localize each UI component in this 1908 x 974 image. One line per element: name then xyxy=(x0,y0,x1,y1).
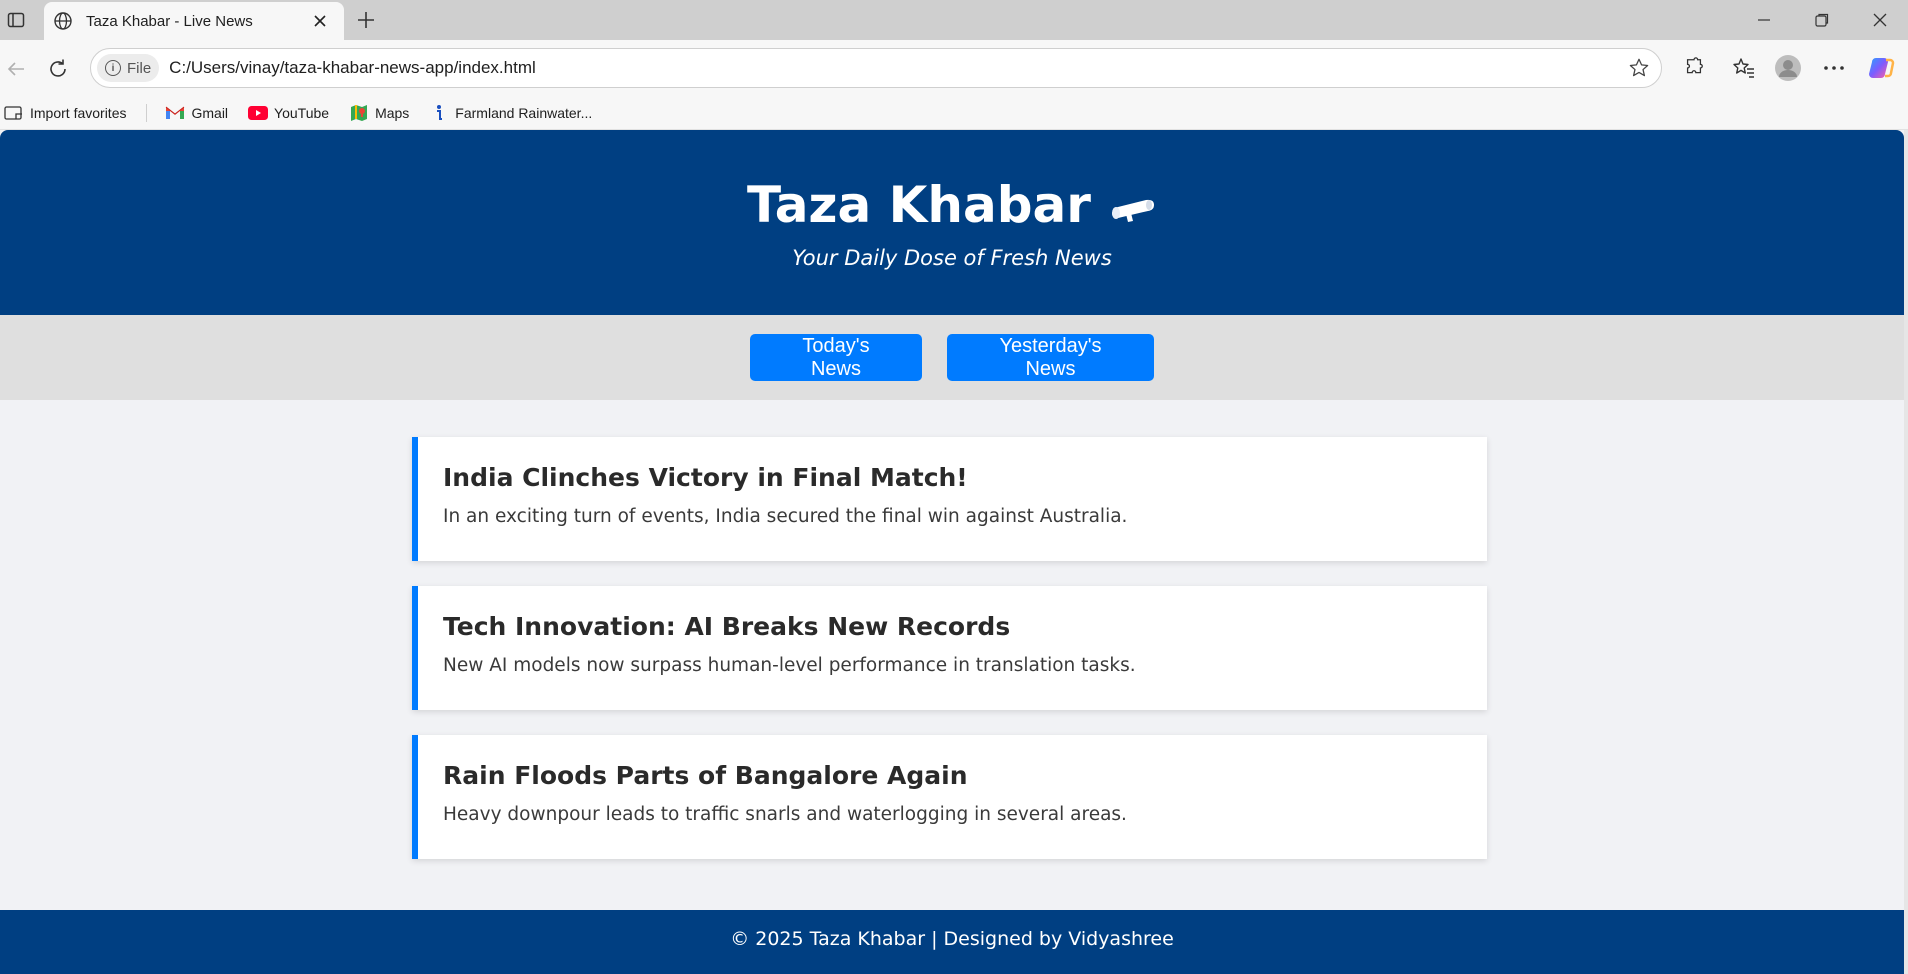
favorites-bar: Import favorites Gmail YouTube Maps Farm… xyxy=(0,96,1908,130)
sidebar-toggle-icon[interactable] xyxy=(4,8,28,32)
footer-text: © 2025 Taza Khabar | Designed by Vidyash… xyxy=(730,928,1174,950)
news-headline: Tech Innovation: AI Breaks New Records xyxy=(443,612,1011,641)
maps-icon xyxy=(349,104,369,122)
news-headline: Rain Floods Parts of Bangalore Again xyxy=(443,761,968,790)
favorite-youtube[interactable]: YouTube xyxy=(248,104,329,122)
todays-news-button[interactable]: Today's News xyxy=(750,334,922,381)
extensions-icon[interactable] xyxy=(1678,52,1710,84)
minimize-icon[interactable] xyxy=(1744,6,1784,34)
new-tab-button[interactable] xyxy=(352,6,380,34)
site-header: Taza Khabar Your Daily Dose of Fresh New… xyxy=(0,130,1904,315)
favorites-list-icon[interactable] xyxy=(1728,52,1760,84)
favorites-divider xyxy=(146,103,148,122)
info-icon: i xyxy=(105,60,121,76)
page-viewport: Taza Khabar Your Daily Dose of Fresh New… xyxy=(0,130,1904,974)
gmail-icon xyxy=(165,104,185,122)
page-scrollbar[interactable] xyxy=(1904,130,1908,974)
globe-icon xyxy=(52,10,74,32)
news-headline: India Clinches Victory in Final Match! xyxy=(443,463,968,492)
site-title-row: Taza Khabar xyxy=(0,176,1904,234)
copilot-icon[interactable] xyxy=(1866,52,1898,84)
favorite-label: Gmail xyxy=(191,104,229,121)
favorite-label: YouTube xyxy=(274,104,330,121)
news-summary: Heavy downpour leads to traffic snarls a… xyxy=(443,804,1127,825)
site-info-button[interactable]: i File xyxy=(97,54,160,82)
favorite-star-icon[interactable] xyxy=(1621,50,1657,86)
close-tab-icon[interactable] xyxy=(308,9,332,33)
site-title: Taza Khabar xyxy=(747,176,1091,234)
megaphone-icon xyxy=(1107,189,1157,229)
tab-title: Taza Khabar - Live News xyxy=(86,12,253,30)
import-icon xyxy=(4,104,24,122)
youtube-icon xyxy=(248,104,269,122)
yesterdays-news-button[interactable]: Yesterday's News xyxy=(947,334,1154,381)
restore-icon[interactable] xyxy=(1802,6,1842,34)
favorite-gmail[interactable]: Gmail xyxy=(165,104,228,122)
scheme-label: File xyxy=(127,59,152,77)
news-summary: In an exciting turn of events, India sec… xyxy=(443,506,1128,527)
close-window-icon[interactable] xyxy=(1860,6,1900,34)
news-nav: Today's News Yesterday's News xyxy=(0,315,1904,400)
info-site-icon xyxy=(429,104,449,122)
news-card: Tech Innovation: AI Breaks New Records N… xyxy=(412,586,1487,710)
news-card: Rain Floods Parts of Bangalore Again Hea… xyxy=(412,735,1487,859)
news-card: India Clinches Victory in Final Match! I… xyxy=(412,437,1487,561)
refresh-icon[interactable] xyxy=(42,53,74,85)
more-options-icon[interactable] xyxy=(1818,52,1850,84)
favorite-label: Import favorites xyxy=(30,104,127,121)
browser-toolbar: i File C:/Users/vinay/taza-khabar-news-a… xyxy=(0,40,1908,96)
address-bar[interactable]: i File C:/Users/vinay/taza-khabar-news-a… xyxy=(90,48,1662,88)
favorite-import[interactable]: Import favorites xyxy=(4,104,126,122)
browser-tab-strip: Taza Khabar - Live News xyxy=(0,0,1908,40)
profile-avatar-icon[interactable] xyxy=(1772,52,1804,84)
back-arrow-icon[interactable] xyxy=(0,53,32,85)
favorite-label: Maps xyxy=(375,104,410,121)
favorite-label: Farmland Rainwater... xyxy=(455,104,593,121)
favorite-farmland[interactable]: Farmland Rainwater... xyxy=(429,104,592,122)
browser-tab-active[interactable]: Taza Khabar - Live News xyxy=(44,2,344,40)
favorite-maps[interactable]: Maps xyxy=(349,104,409,122)
site-tagline: Your Daily Dose of Fresh News xyxy=(792,246,1112,270)
site-footer: © 2025 Taza Khabar | Designed by Vidyash… xyxy=(0,910,1904,974)
url-text[interactable]: C:/Users/vinay/taza-khabar-news-app/inde… xyxy=(169,58,1621,78)
news-list: India Clinches Victory in Final Match! I… xyxy=(412,437,1487,884)
news-summary: New AI models now surpass human-level pe… xyxy=(443,655,1136,676)
